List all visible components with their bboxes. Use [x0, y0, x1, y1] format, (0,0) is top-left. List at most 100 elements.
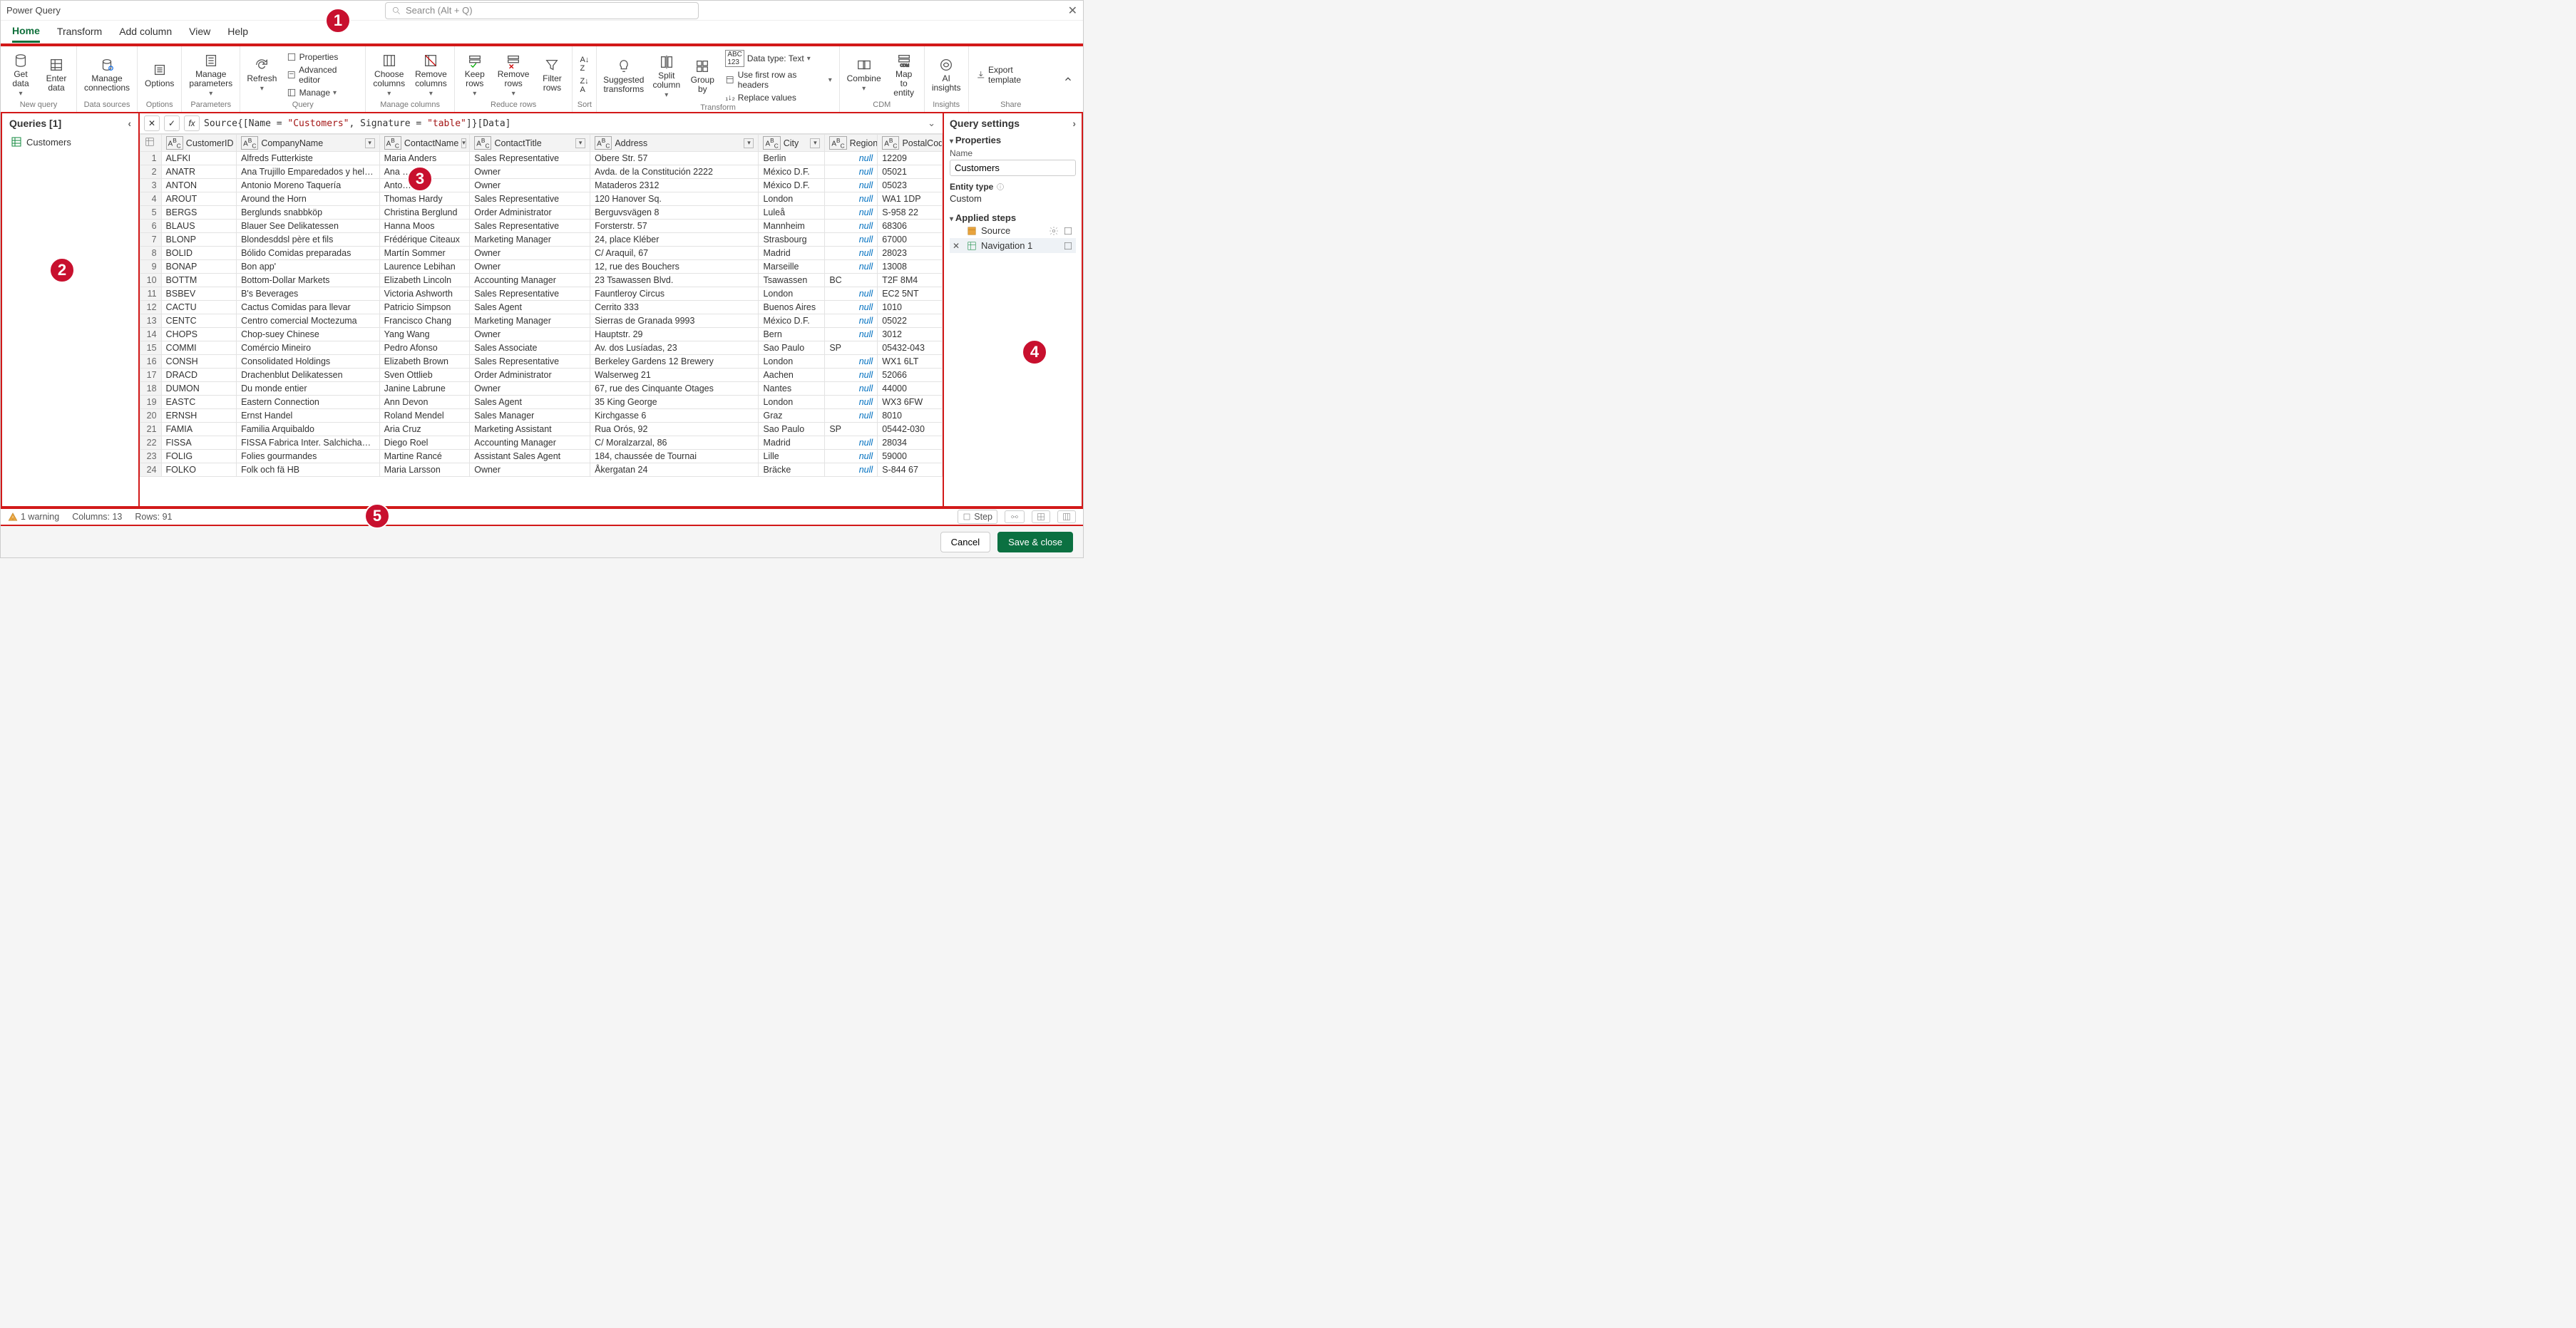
cell[interactable]: null	[825, 165, 878, 179]
cell[interactable]: ANATR	[161, 165, 237, 179]
cell[interactable]: Owner	[470, 382, 590, 396]
row-number[interactable]: 9	[140, 260, 162, 274]
table-row[interactable]: 22FISSAFISSA Fabrica Inter. Salchichas S…	[140, 436, 943, 450]
cell[interactable]: S-958 22	[878, 206, 943, 220]
cell[interactable]: Sales Representative	[470, 355, 590, 369]
col-header-contacttitle[interactable]: ABCContactTitle▾	[470, 135, 590, 152]
cell[interactable]: 67000	[878, 233, 943, 247]
cell[interactable]: Marseille	[759, 260, 825, 274]
filter-icon[interactable]: ▾	[744, 138, 754, 148]
cell[interactable]: null	[825, 409, 878, 423]
grid-corner[interactable]	[140, 135, 162, 152]
col-header-address[interactable]: ABCAddress▾	[590, 135, 759, 152]
cell[interactable]: Martine Rancé	[379, 450, 470, 463]
manage-parameters-button[interactable]: Manage parameters	[186, 51, 235, 99]
filter-icon[interactable]: ▾	[575, 138, 585, 148]
row-number[interactable]: 16	[140, 355, 162, 369]
cell[interactable]: FOLIG	[161, 450, 237, 463]
row-number[interactable]: 23	[140, 450, 162, 463]
applied-steps-section[interactable]: Applied steps	[950, 212, 1076, 223]
cell[interactable]: null	[825, 179, 878, 192]
row-number[interactable]: 4	[140, 192, 162, 206]
cell[interactable]: Blauer See Delikatessen	[237, 220, 380, 233]
cell[interactable]: FISSA	[161, 436, 237, 450]
cell[interactable]: Sales Representative	[470, 287, 590, 301]
cell[interactable]: BLAUS	[161, 220, 237, 233]
cell[interactable]: Roland Mendel	[379, 409, 470, 423]
cell[interactable]: 28023	[878, 247, 943, 260]
cell[interactable]: CACTU	[161, 301, 237, 314]
tab-home[interactable]: Home	[12, 25, 40, 43]
row-number[interactable]: 21	[140, 423, 162, 436]
cell[interactable]: Buenos Aires	[759, 301, 825, 314]
cell[interactable]: Consolidated Holdings	[237, 355, 380, 369]
cell[interactable]: Fauntleroy Circus	[590, 287, 759, 301]
table-row[interactable]: 7BLONPBlondesddsl père et filsFrédérique…	[140, 233, 943, 247]
table-row[interactable]: 21FAMIAFamilia ArquibaldoAria CruzMarket…	[140, 423, 943, 436]
cell[interactable]: Mataderos 2312	[590, 179, 759, 192]
sort-desc-button[interactable]: Z↓A	[577, 76, 592, 95]
cell[interactable]: Bólido Comidas preparadas	[237, 247, 380, 260]
cell[interactable]: Alfreds Futterkiste	[237, 152, 380, 165]
cell[interactable]: null	[825, 328, 878, 341]
group-by-button[interactable]: Group by	[687, 57, 718, 96]
manage-connections-button[interactable]: Manage connections	[81, 56, 133, 94]
table-row[interactable]: 14CHOPSChop-suey ChineseYang WangOwnerHa…	[140, 328, 943, 341]
combine-button[interactable]: Combine	[844, 56, 884, 94]
row-number[interactable]: 10	[140, 274, 162, 287]
replace-values-button[interactable]: ₁↓₂Replace values	[722, 92, 834, 103]
cell[interactable]: null	[825, 450, 878, 463]
properties-button[interactable]: Properties	[284, 51, 361, 63]
row-number[interactable]: 11	[140, 287, 162, 301]
cell[interactable]: BONAP	[161, 260, 237, 274]
cell[interactable]: Bern	[759, 328, 825, 341]
cell[interactable]: Madrid	[759, 247, 825, 260]
table-row[interactable]: 10BOTTMBottom-Dollar MarketsElizabeth Li…	[140, 274, 943, 287]
cell[interactable]: Bon app'	[237, 260, 380, 274]
collapse-queries-icon[interactable]: ‹	[128, 118, 131, 129]
search-input[interactable]: Search (Alt + Q)	[385, 2, 699, 19]
remove-columns-button[interactable]: Remove columns	[412, 51, 450, 99]
table-row[interactable]: 23FOLIGFolies gourmandesMartine RancéAss…	[140, 450, 943, 463]
cell[interactable]: null	[825, 301, 878, 314]
cell[interactable]: Ann Devon	[379, 396, 470, 409]
row-number[interactable]: 2	[140, 165, 162, 179]
cell[interactable]: Sales Associate	[470, 341, 590, 355]
table-row[interactable]: 24FOLKOFolk och fä HBMaria LarssonOwnerÅ…	[140, 463, 943, 477]
cell[interactable]: BLONP	[161, 233, 237, 247]
row-number[interactable]: 5	[140, 206, 162, 220]
cell[interactable]: Sao Paulo	[759, 341, 825, 355]
cell[interactable]: WX3 6FW	[878, 396, 943, 409]
cell[interactable]: Christina Berglund	[379, 206, 470, 220]
suggested-transforms-button[interactable]: Suggested transforms	[601, 57, 646, 96]
cell[interactable]: Around the Horn	[237, 192, 380, 206]
cell[interactable]: Berguvsvägen 8	[590, 206, 759, 220]
cell[interactable]: Kirchgasse 6	[590, 409, 759, 423]
tab-add-column[interactable]: Add column	[119, 26, 172, 41]
cell[interactable]: Sven Ottlieb	[379, 369, 470, 382]
cell[interactable]: 184, chaussée de Tournai	[590, 450, 759, 463]
cell[interactable]: Bräcke	[759, 463, 825, 477]
cell[interactable]: Marketing Manager	[470, 233, 590, 247]
cell[interactable]: Sales Manager	[470, 409, 590, 423]
cell[interactable]: 05022	[878, 314, 943, 328]
options-button[interactable]: Options	[142, 61, 177, 90]
table-row[interactable]: 11BSBEVB's BeveragesVictoria AshworthSal…	[140, 287, 943, 301]
col-header-contactname[interactable]: ABCContactName▾	[379, 135, 470, 152]
table-row[interactable]: 16CONSHConsolidated HoldingsElizabeth Br…	[140, 355, 943, 369]
map-to-entity-button[interactable]: CDM Map to entity	[888, 51, 919, 99]
cell[interactable]: Lille	[759, 450, 825, 463]
row-number[interactable]: 20	[140, 409, 162, 423]
cell[interactable]: EC2 5NT	[878, 287, 943, 301]
cell[interactable]: Folies gourmandes	[237, 450, 380, 463]
row-number[interactable]: 8	[140, 247, 162, 260]
tab-transform[interactable]: Transform	[57, 26, 102, 41]
cell[interactable]: Eastern Connection	[237, 396, 380, 409]
row-number[interactable]: 6	[140, 220, 162, 233]
cell[interactable]: 28034	[878, 436, 943, 450]
cell[interactable]: FOLKO	[161, 463, 237, 477]
split-column-button[interactable]: Split column	[650, 53, 682, 101]
cell[interactable]: Cerrito 333	[590, 301, 759, 314]
cell[interactable]: Centro comercial Moctezuma	[237, 314, 380, 328]
cell[interactable]: Diego Roel	[379, 436, 470, 450]
